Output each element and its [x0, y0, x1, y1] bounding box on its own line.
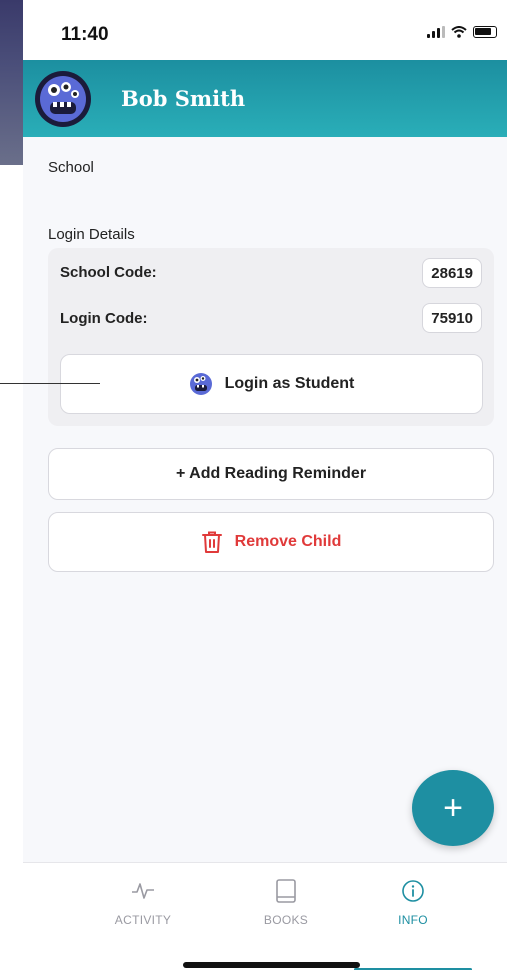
home-indicator[interactable] — [183, 962, 360, 968]
background-photo — [0, 0, 23, 165]
school-code-value: 28619 — [422, 258, 482, 288]
monster-icon — [189, 372, 213, 396]
profile-header: Bob Smith — [23, 60, 507, 137]
login-code-label: Login Code: — [60, 310, 148, 327]
remove-child-button[interactable]: Remove Child — [48, 512, 494, 572]
tab-activity[interactable]: ACTIVITY — [83, 879, 203, 927]
tab-activity-label: ACTIVITY — [114, 913, 172, 927]
login-code-value: 75910 — [422, 303, 482, 333]
info-icon — [401, 879, 425, 903]
login-as-student-label: Login as Student — [224, 375, 355, 392]
bottom-tab-bar: ACTIVITY BOOKS INFO — [23, 862, 507, 970]
login-details-card: School Code: 28619 Login Code: 75910 Log… — [48, 248, 494, 426]
phone-screen: 11:40 Bob Smith School Login Details Sch… — [23, 0, 507, 970]
add-fab-button[interactable]: + — [412, 770, 494, 846]
child-name: Bob Smith — [121, 86, 246, 111]
tab-books-label: BOOKS — [263, 913, 309, 927]
plus-icon: + — [443, 788, 463, 827]
trash-icon — [201, 530, 223, 554]
school-label: School — [48, 159, 94, 176]
login-details-label: Login Details — [48, 226, 135, 243]
add-reading-reminder-button[interactable]: + Add Reading Reminder — [48, 448, 494, 500]
book-icon — [275, 879, 297, 903]
status-bar: 11:40 — [23, 0, 507, 60]
wifi-icon — [451, 26, 467, 38]
add-reading-reminder-label: + Add Reading Reminder — [175, 465, 367, 482]
status-time: 11:40 — [61, 24, 109, 45]
status-icons — [427, 26, 497, 38]
battery-icon — [473, 26, 497, 38]
signal-icon — [427, 26, 445, 38]
tab-info-label: INFO — [398, 913, 428, 927]
annotation-pointer-line — [0, 383, 100, 384]
tab-books[interactable]: BOOKS — [226, 879, 346, 927]
tab-info[interactable]: INFO — [353, 879, 473, 927]
login-as-student-button[interactable]: Login as Student — [60, 354, 483, 414]
background-strip — [0, 0, 23, 970]
remove-child-label: Remove Child — [234, 533, 342, 550]
school-code-label: School Code: — [60, 264, 157, 281]
monster-avatar-icon[interactable] — [35, 71, 91, 127]
activity-icon — [131, 879, 155, 903]
